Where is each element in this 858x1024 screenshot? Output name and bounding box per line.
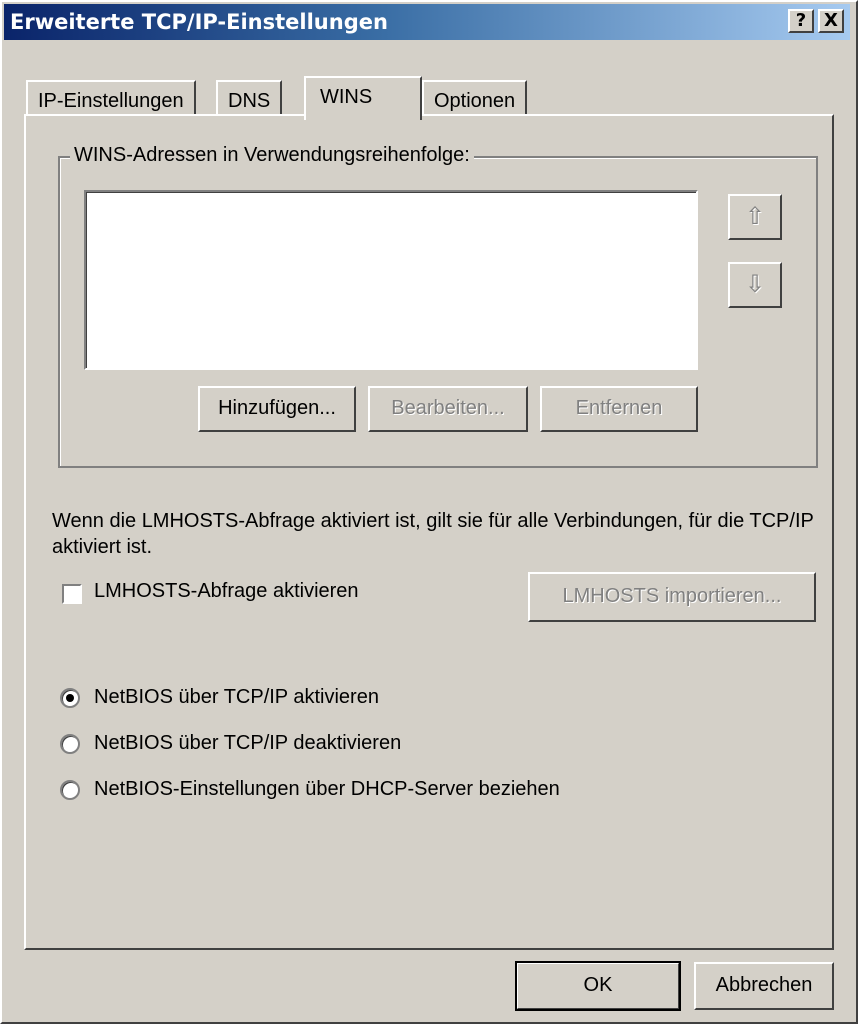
move-down-button: ⇩ [728, 262, 782, 308]
edit-button: Bearbeiten... [368, 386, 528, 432]
remove-button: Entfernen [540, 386, 698, 432]
netbios-disable-radio[interactable] [60, 734, 80, 754]
tab-ip-einstellungen[interactable]: IP-Einstellungen [26, 80, 196, 116]
lmhosts-info-text: Wenn die LMHOSTS-Abfrage aktiviert ist, … [52, 510, 814, 558]
netbios-enable-radio[interactable] [60, 688, 80, 708]
arrow-up-icon: ⇧ [744, 202, 766, 230]
tab-wins[interactable]: WINS [304, 76, 422, 120]
netbios-enable-label[interactable]: NetBIOS über TCP/IP aktivieren [94, 686, 379, 709]
netbios-dhcp-label[interactable]: NetBIOS-Einstellungen über DHCP-Server b… [94, 778, 560, 801]
wins-address-list[interactable] [84, 190, 698, 370]
cancel-button[interactable]: Abbrechen [694, 962, 834, 1010]
ok-button[interactable]: OK [515, 961, 681, 1011]
arrow-down-icon: ⇩ [744, 270, 766, 298]
radio-selected-dot [66, 694, 74, 702]
netbios-disable-label[interactable]: NetBIOS über TCP/IP deaktivieren [94, 732, 401, 755]
lmhosts-import-button: LMHOSTS importieren... [528, 572, 816, 622]
window-title: Erweiterte TCP/IP-Einstellungen [10, 10, 388, 34]
netbios-dhcp-radio[interactable] [60, 780, 80, 800]
help-button[interactable]: ? [788, 9, 814, 33]
add-button[interactable]: Hinzufügen... [198, 386, 356, 432]
title-bar[interactable]: Erweiterte TCP/IP-Einstellungen ? X [4, 4, 850, 40]
lmhosts-checkbox-label[interactable]: LMHOSTS-Abfrage aktivieren [94, 580, 359, 603]
lmhosts-checkbox[interactable] [62, 584, 82, 604]
close-button[interactable]: X [818, 9, 844, 33]
tab-optionen[interactable]: Optionen [422, 80, 528, 116]
tab-dns[interactable]: DNS [216, 80, 283, 116]
move-up-button: ⇧ [728, 194, 782, 240]
wins-group-label: WINS-Adressen in Verwendungsreihenfolge: [70, 144, 474, 167]
